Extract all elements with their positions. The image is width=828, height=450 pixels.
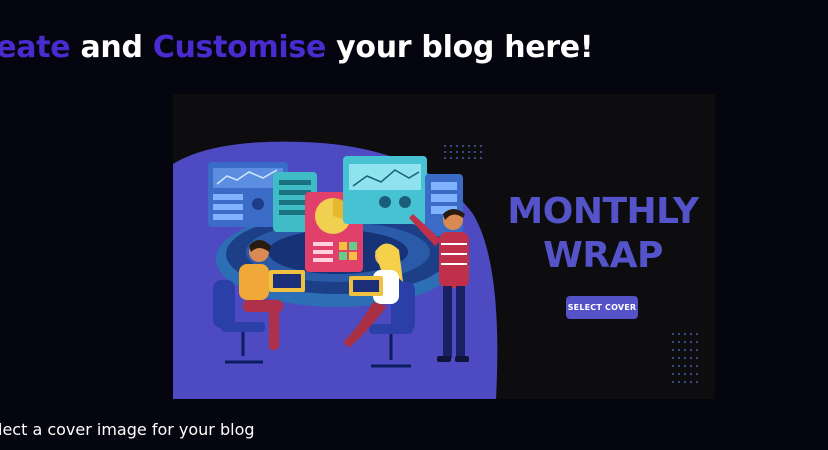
headline-customise: Customise (152, 30, 327, 65)
headline-rest: your blog here! (326, 30, 594, 65)
page-headline: Create and Customise your blog here! (0, 30, 594, 65)
select-cover-button[interactable]: SELECT COVER (566, 296, 638, 319)
headline-create: Create (0, 30, 71, 65)
cover-title-line1: MONTHLY (507, 191, 699, 232)
headline-and: and (70, 30, 153, 65)
cover-title: MONTHLY WRAP (503, 190, 703, 278)
cover-image-card[interactable]: MONTHLY WRAP SELECT COVER (173, 94, 715, 399)
cover-title-line2: WRAP (543, 235, 663, 276)
select-cover-instruction: Select a cover image for your blog (0, 420, 255, 439)
